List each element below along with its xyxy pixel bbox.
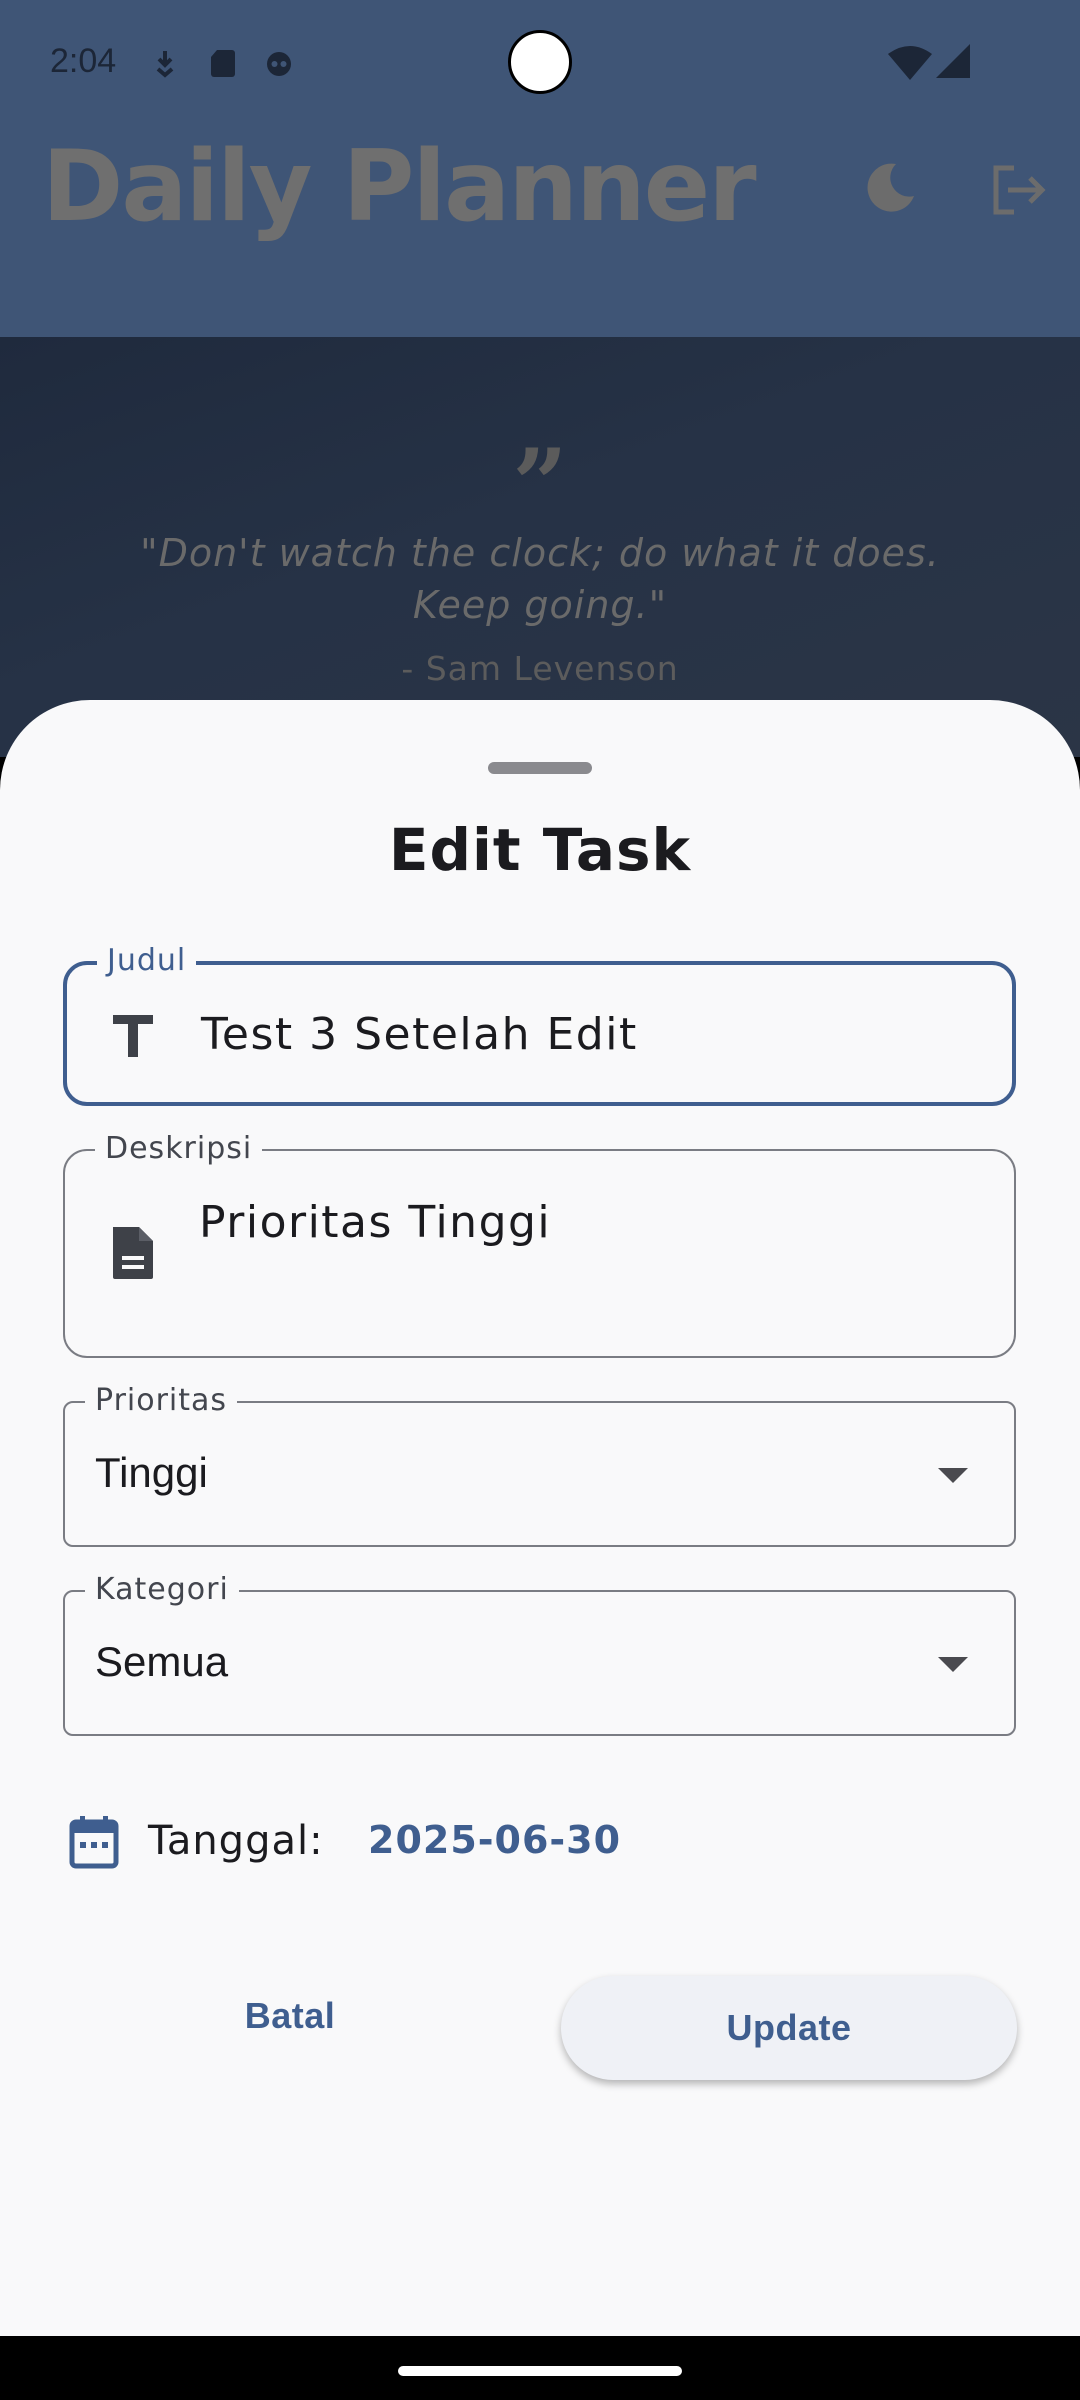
cellular-icon: [936, 44, 970, 78]
category-selected-value: Semua: [95, 1638, 229, 1685]
description-input[interactable]: Prioritas Tinggi: [199, 1197, 551, 1248]
dropdown-arrow-icon: [938, 1657, 968, 1672]
dropdown-arrow-icon: [938, 1468, 968, 1483]
priority-dropdown[interactable]: Prioritas Tinggi: [63, 1383, 1016, 1547]
title-input[interactable]: Test 3 Setelah Edit: [201, 1009, 638, 1060]
category-dropdown[interactable]: Kategori Semua: [63, 1572, 1016, 1736]
edit-task-sheet: Edit Task Judul Test 3 Setelah Edit Desk…: [0, 700, 1080, 2336]
app-bar: 2:04 Daily Planner: [0, 0, 1080, 337]
priority-selected-value: Tinggi: [95, 1449, 208, 1496]
screen: 2:04 Daily Planner ” "Don't watch the cl…: [0, 0, 1080, 2336]
navigation-bar: [0, 2336, 1080, 2400]
app-title: Daily Planner: [42, 130, 757, 244]
category-field-label: Kategori: [85, 1572, 239, 1608]
document-icon: [113, 1227, 153, 1279]
date-label: Tanggal:: [148, 1818, 324, 1864]
quote-icon: ”: [512, 428, 568, 541]
quote-text: "Don't watch the clock; do what it does.…: [140, 531, 940, 627]
face-icon: [267, 52, 291, 76]
quote-author: - Sam Levenson: [401, 649, 679, 688]
cancel-button[interactable]: Batal: [160, 1980, 420, 2052]
title-field[interactable]: Judul Test 3 Setelah Edit: [63, 943, 1016, 1106]
front-camera: [508, 30, 572, 94]
update-button[interactable]: Update: [561, 1976, 1017, 2080]
drag-handle[interactable]: [488, 762, 592, 774]
status-time: 2:04: [50, 42, 117, 80]
wifi-icon: [888, 46, 932, 80]
description-field-label: Deskripsi: [95, 1131, 263, 1167]
calendar-icon: [69, 1816, 119, 1869]
sheet-title: Edit Task: [388, 816, 692, 884]
text-title-icon: [113, 1015, 153, 1057]
priority-field-label: Prioritas: [85, 1383, 238, 1419]
quote-card: ” "Don't watch the clock; do what it doe…: [0, 337, 1080, 757]
download-icon: [156, 51, 174, 78]
title-field-label: Judul: [97, 943, 197, 979]
logout-icon[interactable]: [988, 160, 1048, 220]
description-field[interactable]: Deskripsi Prioritas Tinggi: [63, 1131, 1016, 1358]
date-value[interactable]: 2025-06-30: [368, 1818, 621, 1862]
home-gesture-handle[interactable]: [398, 2366, 682, 2376]
date-picker-row[interactable]: Tanggal: 2025-06-30: [68, 1810, 968, 1874]
status-bar: 2:04: [0, 0, 1080, 130]
dark-mode-icon[interactable]: [862, 160, 918, 216]
sd-card-icon: [211, 50, 235, 77]
